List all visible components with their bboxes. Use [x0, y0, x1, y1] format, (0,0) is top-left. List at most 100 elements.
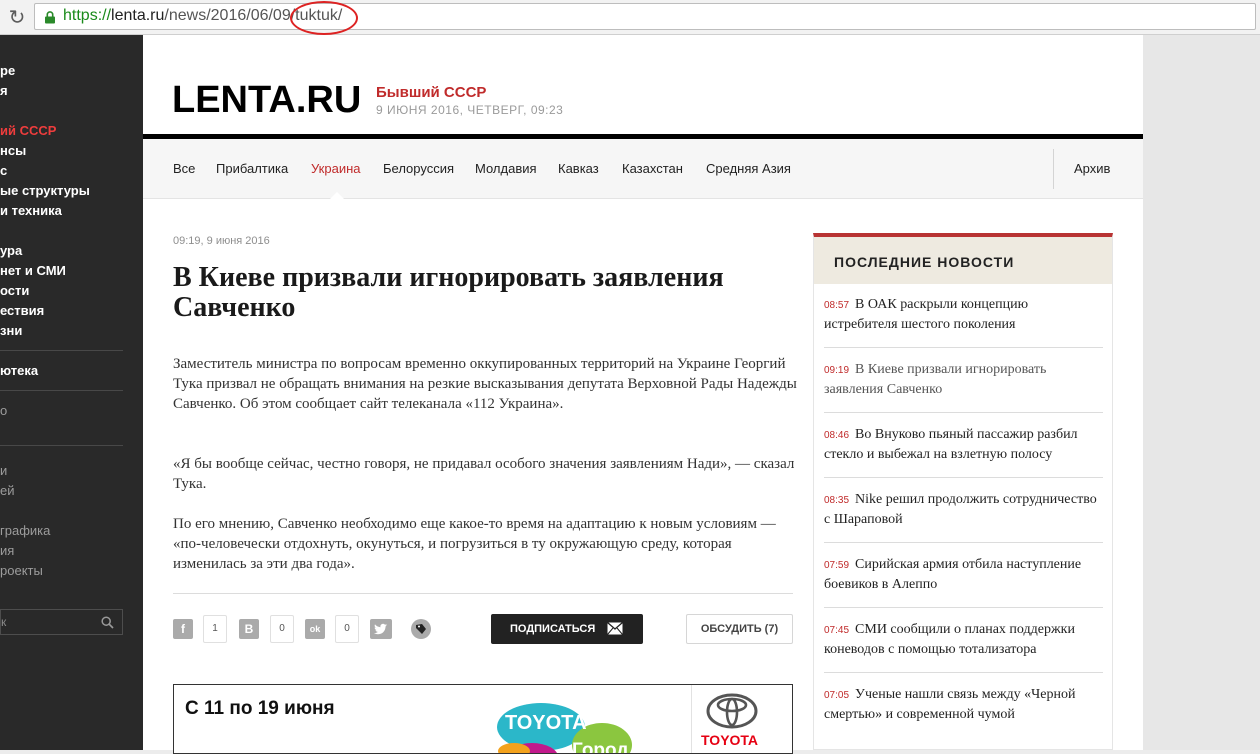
address-bar[interactable]: https://lenta.ru/news/2016/06/09/tuktuk/ — [34, 3, 1256, 30]
sidebar-item[interactable]: ей — [0, 483, 15, 498]
news-item[interactable]: 08:35 Nike решил продолжить сотрудничеств… — [824, 490, 1103, 530]
ad-banner[interactable]: С 11 по 19 июня ТОYОТА Город TOYOTA — [173, 684, 793, 754]
url-host: lenta.ru — [111, 7, 165, 24]
news-time: 07:45 — [824, 625, 850, 636]
news-time: 08:46 — [824, 430, 850, 441]
news-divider — [824, 542, 1103, 543]
article-timestamp: 09:19, 9 июня 2016 — [173, 235, 270, 247]
sidebar-item[interactable]: ютека — [0, 363, 38, 378]
search-placeholder: к — [1, 615, 7, 629]
article-paragraph: «Я бы вообще сейчас, честно говоря, не п… — [173, 456, 795, 492]
page: LENTA.RU Бывший СССР 9 ИЮНЯ 2016, ЧЕТВЕР… — [143, 35, 1143, 754]
sidebar-search-input[interactable]: к — [0, 609, 123, 635]
news-item-current[interactable]: 09:19 В Киеве призвали игнорировать заявл… — [824, 360, 1103, 400]
odnoklassniki-icon[interactable]: ok — [305, 619, 325, 639]
page-background-right — [1143, 35, 1260, 750]
twitter-icon[interactable] — [370, 619, 392, 639]
news-text: В Киеве призвали игнорировать заявления … — [824, 362, 1047, 397]
sidebar-item[interactable]: с — [0, 163, 7, 178]
news-divider — [824, 607, 1103, 608]
nav-item-belarus[interactable]: Белоруссия — [383, 161, 454, 176]
toyota-city-logo: ТОYОТА Город — [497, 703, 632, 754]
toyota-wordmark: TOYOTA — [701, 732, 759, 748]
header: LENTA.RU Бывший СССР 9 ИЮНЯ 2016, ЧЕТВЕР… — [143, 35, 1143, 139]
news-text: Nike решил продолжить сотрудничество с Ш… — [824, 492, 1097, 527]
news-divider — [824, 477, 1103, 478]
news-text: СМИ сообщили о планах поддержки коневодо… — [824, 622, 1075, 657]
ad-city-word2: Город — [572, 740, 628, 754]
ad-headline: С 11 по 19 июня — [185, 698, 335, 719]
rubric-title[interactable]: Бывший СССР — [376, 84, 486, 101]
sidebar-item[interactable]: роекты — [0, 563, 43, 578]
sidebar-item[interactable]: ествия — [0, 303, 44, 318]
nav-archive-link[interactable]: Архив — [1074, 161, 1110, 176]
ad-city-word1: ТОYОТА — [505, 712, 587, 734]
sidebar-item[interactable]: нет и СМИ — [0, 263, 66, 278]
toyota-brand: TOYOTA — [691, 685, 772, 753]
reload-icon[interactable]: ↻ — [6, 6, 28, 28]
sidebar-item[interactable]: зни — [0, 323, 22, 338]
article-paragraph: По его мнению, Савченко необходимо еще к… — [173, 516, 776, 572]
news-text: Ученые нашли связь между «Черной смертью… — [824, 687, 1076, 722]
sidebar-item-active[interactable]: ий СССР — [0, 123, 56, 138]
nav-item-central-asia[interactable]: Средняя Азия — [706, 161, 791, 176]
news-divider — [824, 672, 1103, 673]
discuss-button[interactable]: ОБСУДИТЬ (7) — [686, 614, 793, 644]
browser-toolbar: ↻ https://lenta.ru/news/2016/06/09/tuktu… — [0, 0, 1260, 35]
nav-item-ukraine[interactable]: Украина — [311, 161, 361, 176]
sidebar-divider — [0, 350, 123, 351]
sidebar-item[interactable]: и — [0, 463, 7, 478]
url-slug: tuktuk/ — [295, 7, 343, 24]
news-time: 07:59 — [824, 560, 850, 571]
sidebar-item[interactable]: ости — [0, 283, 29, 298]
url-path: /news/2016/06/09/ — [164, 7, 296, 24]
nav-item-caucasus[interactable]: Кавказ — [558, 161, 599, 176]
news-text: Сирийская армия отбила наступление боеви… — [824, 557, 1082, 592]
subscribe-button[interactable]: ПОДПИСАТЬСЯ — [491, 614, 643, 644]
news-text: В ОАК раскрыли концепцию истребителя шес… — [824, 297, 1029, 332]
nav-item-moldova[interactable]: Молдавия — [475, 161, 537, 176]
news-time: 09:19 — [824, 365, 850, 376]
sidebar-item[interactable]: о — [0, 403, 7, 418]
sidebar-divider — [0, 445, 123, 446]
bookmark-icon[interactable] — [410, 618, 432, 640]
sidebar-item[interactable]: графика — [0, 523, 50, 538]
sidebar-item[interactable]: ре — [0, 63, 15, 78]
sidebar-item[interactable]: ура — [0, 243, 22, 258]
vk-icon[interactable]: B — [239, 619, 259, 639]
nav-item-baltic[interactable]: Прибалтика — [216, 161, 288, 176]
news-item[interactable]: 07:45 СМИ сообщили о планах поддержки кон… — [824, 620, 1103, 660]
vk-share-count: 0 — [270, 615, 294, 643]
news-item[interactable]: 08:46 Во Внуково пьяный пассажир разбил с… — [824, 425, 1103, 465]
latest-news-header: ПОСЛЕДНИЕ НОВОСТИ — [814, 237, 1112, 284]
news-item[interactable]: 08:57 В ОАК раскрыли концепцию истребител… — [824, 295, 1103, 335]
news-item[interactable]: 07:05 Ученые нашли связь между «Черной см… — [824, 685, 1103, 725]
news-divider — [824, 412, 1103, 413]
subscribe-label: ПОДПИСАТЬСЯ — [510, 623, 596, 635]
latest-news-panel: ПОСЛЕДНИЕ НОВОСТИ 08:57 В ОАК раскрыли ко… — [813, 233, 1113, 750]
toyota-emblem-icon — [706, 693, 758, 729]
article-divider — [173, 593, 793, 594]
logo[interactable]: LENTA.RU — [172, 80, 361, 120]
sidebar: ре я ий СССР нсы с ые структуры и техник… — [0, 35, 143, 750]
facebook-share-count: 1 — [203, 615, 227, 643]
sidebar-item[interactable]: я — [0, 83, 8, 98]
sidebar-item[interactable]: ые структуры — [0, 183, 90, 198]
search-icon[interactable] — [101, 616, 114, 629]
nav-item-all[interactable]: Все — [173, 161, 195, 176]
sidebar-item[interactable]: и техника — [0, 203, 62, 218]
lock-icon — [45, 11, 55, 24]
section-nav: Все Прибалтика Украина Белоруссия Молдав… — [143, 139, 1143, 199]
news-item[interactable]: 07:59 Сирийская армия отбила наступление … — [824, 555, 1103, 595]
article-paragraph: Заместитель министра по вопросам временн… — [173, 356, 797, 412]
sidebar-item[interactable]: нсы — [0, 143, 26, 158]
news-text: Во Внуково пьяный пассажир разбил стекло… — [824, 427, 1078, 462]
sidebar-divider — [0, 390, 123, 391]
news-divider — [824, 347, 1103, 348]
url-text: https://lenta.ru/news/2016/06/09/tuktuk/ — [63, 7, 342, 25]
url-scheme: https:// — [63, 7, 112, 24]
facebook-icon[interactable]: f — [173, 619, 193, 639]
sidebar-item[interactable]: ия — [0, 543, 14, 558]
nav-item-kazakhstan[interactable]: Казахстан — [622, 161, 683, 176]
latest-news-title: ПОСЛЕДНИЕ НОВОСТИ — [834, 254, 1015, 270]
